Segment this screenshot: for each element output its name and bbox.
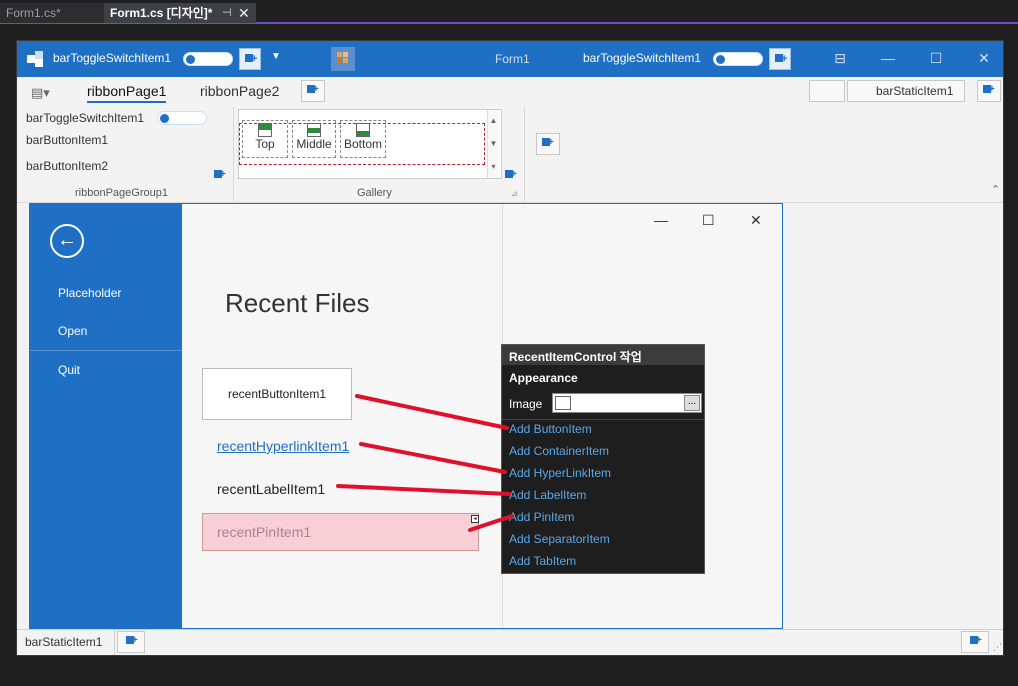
gallery-item-top[interactable]: Top bbox=[242, 120, 288, 158]
add-labelitem-link[interactable]: Add LabelItem bbox=[509, 488, 586, 502]
maximize-icon[interactable]: ☐ bbox=[702, 212, 715, 229]
menu-divider bbox=[30, 350, 182, 351]
gallery-item-label: Top bbox=[255, 137, 275, 151]
ribbon-button-item-2[interactable]: barButtonItem2 bbox=[26, 159, 108, 173]
add-separatoritem-link[interactable]: Add SeparatorItem bbox=[509, 532, 610, 546]
minimize-icon[interactable]: — bbox=[879, 49, 897, 67]
tab-form1-cs[interactable]: Form1.cs* bbox=[0, 3, 104, 23]
dialog-launcher-icon[interactable]: ⊿ bbox=[511, 189, 518, 198]
add-item-button[interactable] bbox=[809, 80, 845, 102]
gallery-item-label: Middle bbox=[296, 137, 332, 151]
tab-ribbonpage2[interactable]: ribbonPage2 bbox=[200, 83, 279, 99]
add-item-icon[interactable] bbox=[213, 169, 227, 183]
gallery-scroll-up[interactable]: ▲ bbox=[487, 110, 499, 132]
add-icon bbox=[541, 137, 555, 151]
smart-tag-title: RecentItemControl 작업 bbox=[502, 345, 704, 365]
add-status-item-button-right[interactable] bbox=[961, 631, 989, 653]
top-icon bbox=[258, 123, 272, 137]
add-icon bbox=[969, 635, 983, 649]
menu-open[interactable]: Open bbox=[58, 324, 87, 338]
add-icon bbox=[125, 635, 139, 649]
close-icon[interactable]: ✕ bbox=[238, 3, 250, 23]
middle-icon bbox=[307, 123, 321, 137]
minimize-icon[interactable]: — bbox=[654, 212, 668, 228]
gallery-expand[interactable]: ▾ bbox=[487, 156, 499, 178]
add-pinitem-link[interactable]: Add PinItem bbox=[509, 510, 574, 524]
ide-tab-strip: Form1.cs* Form1.cs [디자인]* ⊣ ✕ bbox=[0, 0, 1018, 24]
group-separator bbox=[233, 107, 234, 201]
close-icon[interactable]: ✕ bbox=[750, 212, 762, 229]
tab-label: Form1.cs [디자인]* bbox=[110, 6, 213, 20]
toggle-switch[interactable] bbox=[183, 52, 233, 66]
pin-icon[interactable]: ⊣ bbox=[222, 3, 232, 23]
back-arrow-icon[interactable]: ← bbox=[50, 224, 84, 258]
ribbon-toggle-switch[interactable] bbox=[157, 111, 207, 125]
app-menu-icon[interactable]: ▤▾ bbox=[31, 85, 53, 101]
add-status-item-button[interactable] bbox=[117, 631, 145, 653]
image-label: Image bbox=[509, 397, 543, 411]
group-label-1: ribbonPageGroup1 bbox=[75, 187, 168, 199]
smart-tag-glyph-icon[interactable]: ◂ bbox=[471, 515, 479, 523]
maximize-icon[interactable]: ☐ bbox=[927, 49, 945, 67]
recent-hyperlink-item[interactable]: recentHyperlinkItem1 bbox=[217, 438, 349, 454]
form-title: Form1 bbox=[495, 52, 530, 66]
collapse-ribbon-icon[interactable]: ⌃ bbox=[991, 183, 1000, 196]
close-icon[interactable]: ✕ bbox=[975, 49, 993, 67]
recent-label-item: recentLabelItem1 bbox=[217, 481, 326, 497]
menu-quit[interactable]: Quit bbox=[58, 363, 80, 377]
size-grip-icon[interactable]: ⋰ bbox=[993, 642, 1002, 653]
smart-tag-panel: RecentItemControl 작업 Appearance Image ..… bbox=[501, 344, 705, 574]
add-buttonitem-link[interactable]: Add ButtonItem bbox=[509, 422, 592, 436]
ribbon-button-item-1[interactable]: barButtonItem1 bbox=[26, 133, 108, 147]
static-item-label: barStaticItem1 bbox=[876, 84, 954, 98]
browse-button[interactable]: ... bbox=[684, 395, 700, 411]
menu-placeholder[interactable]: Placeholder bbox=[58, 286, 121, 300]
gallery[interactable]: Top Middle Bottom ▲ ▼ ▾ bbox=[238, 109, 502, 179]
tab-form1-designer[interactable]: Form1.cs [디자인]* ⊣ ✕ bbox=[104, 3, 256, 23]
restore-layout-icon[interactable]: ⊟ bbox=[831, 49, 849, 67]
bottom-icon bbox=[356, 123, 370, 137]
group-label-gallery: Gallery bbox=[357, 187, 392, 199]
add-group-button[interactable] bbox=[536, 133, 560, 155]
gallery-item-bottom[interactable]: Bottom bbox=[340, 120, 386, 158]
toggle-label-right: barToggleSwitchItem1 bbox=[583, 51, 702, 65]
panel-divider bbox=[502, 419, 704, 420]
appearance-section: Appearance bbox=[509, 371, 578, 385]
gallery-item-middle[interactable]: Middle bbox=[292, 120, 336, 158]
image-field[interactable]: ... bbox=[552, 393, 702, 413]
status-static-item[interactable]: barStaticItem1 bbox=[17, 630, 115, 655]
group-separator bbox=[524, 107, 525, 201]
add-icon bbox=[306, 84, 320, 98]
form-titlebar: barToggleSwitchItem1 ▼ Form1 barToggleSw… bbox=[17, 41, 1003, 77]
chevron-down-icon[interactable]: ▼ bbox=[271, 51, 281, 62]
add-containeritem-link[interactable]: Add ContainerItem bbox=[509, 444, 609, 458]
status-bar: barStaticItem1 ⋰ bbox=[17, 629, 1003, 655]
recent-pin-item[interactable]: recentPinItem1 bbox=[202, 513, 479, 551]
designer-grip-icon[interactable] bbox=[331, 47, 355, 71]
gallery-scroll-down[interactable]: ▼ bbox=[487, 132, 499, 156]
image-preview bbox=[555, 396, 571, 410]
app-icon bbox=[27, 51, 45, 67]
tab-label: Form1.cs* bbox=[6, 6, 61, 20]
backstage-menu: ← Placeholder Open Quit bbox=[30, 204, 182, 628]
add-gallery-item-icon[interactable] bbox=[504, 169, 518, 183]
toggle-label: barToggleSwitchItem1 bbox=[53, 51, 172, 65]
recent-button-item[interactable]: recentButtonItem1 bbox=[202, 368, 352, 420]
ribbon: ▤▾ ribbonPage1 ribbonPage2 barStaticItem… bbox=[17, 77, 1003, 203]
add-page-button[interactable] bbox=[301, 80, 325, 102]
add-tabitem-link[interactable]: Add TabItem bbox=[509, 554, 576, 568]
add-item-button[interactable] bbox=[239, 48, 261, 70]
pin-item-label: recentPinItem1 bbox=[217, 524, 312, 540]
add-item-button[interactable] bbox=[977, 80, 1001, 102]
static-item-box[interactable]: barStaticItem1 bbox=[847, 80, 965, 102]
gallery-item-label: Bottom bbox=[343, 137, 382, 151]
add-item-button-right[interactable] bbox=[769, 48, 791, 70]
add-hyperlinkitem-link[interactable]: Add HyperLinkItem bbox=[509, 466, 611, 480]
tab-ribbonpage1[interactable]: ribbonPage1 bbox=[87, 83, 167, 103]
recent-files-title: Recent Files bbox=[225, 288, 370, 318]
ribbon-toggle-item[interactable]: barToggleSwitchItem1 bbox=[26, 111, 144, 125]
toggle-switch-right[interactable] bbox=[713, 52, 763, 66]
add-icon bbox=[982, 84, 996, 98]
